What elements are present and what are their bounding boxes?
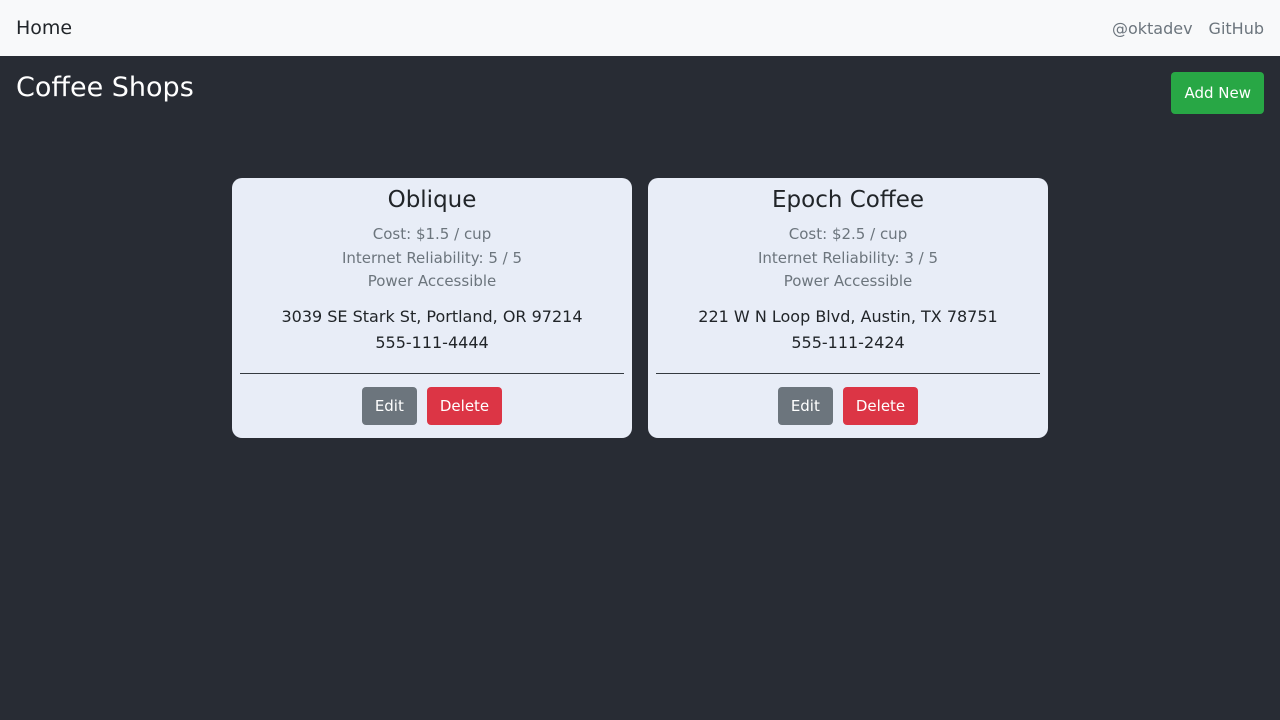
shop-details: Cost: $1.5 / cup Internet Reliability: 5… [240,223,624,294]
delete-button[interactable]: Delete [426,387,503,425]
navbar: Home @oktadev GitHub [0,0,1280,56]
coffee-shop-list: Oblique Cost: $1.5 / cup Internet Reliab… [232,178,1048,438]
shop-cost: Cost: $2.5 / cup [788,225,908,243]
shop-address: 221 W N Loop Blvd, Austin, TX 78751 [698,306,998,326]
shop-name: Epoch Coffee [771,187,924,213]
card-actions: Edit Delete [648,387,1048,425]
coffee-shop-card: Oblique Cost: $1.5 / cup Internet Reliab… [232,178,632,438]
edit-button[interactable]: Edit [777,387,833,425]
shop-phone: 555-111-4444 [375,332,489,352]
coffee-shop-card: Epoch Coffee Cost: $2.5 / cup Internet R… [648,178,1048,438]
shop-phone: 555-111-2424 [791,332,905,352]
shop-name: Oblique [387,187,477,213]
shop-address: 3039 SE Stark St, Portland, OR 97214 [281,306,583,326]
delete-button[interactable]: Delete [842,387,919,425]
oktadev-link[interactable]: @oktadev [1112,19,1193,38]
card-actions: Edit Delete [232,387,632,425]
shop-internet-reliability: Internet Reliability: 5 / 5 [341,248,523,267]
shop-cost: Cost: $1.5 / cup [372,225,492,243]
card-divider [240,373,624,374]
shop-power: Power Accessible [367,272,497,290]
home-link[interactable]: Home [16,17,72,39]
shop-internet-reliability: Internet Reliability: 3 / 5 [757,248,939,267]
shop-power: Power Accessible [783,272,913,290]
page-title: Coffee Shops [16,72,194,103]
add-new-button[interactable]: Add New [1171,72,1264,114]
github-link[interactable]: GitHub [1209,19,1264,38]
card-divider [656,373,1040,374]
nav-links: @oktadev GitHub [1112,19,1264,38]
edit-button[interactable]: Edit [361,387,417,425]
shop-details: Cost: $2.5 / cup Internet Reliability: 3… [656,223,1040,294]
